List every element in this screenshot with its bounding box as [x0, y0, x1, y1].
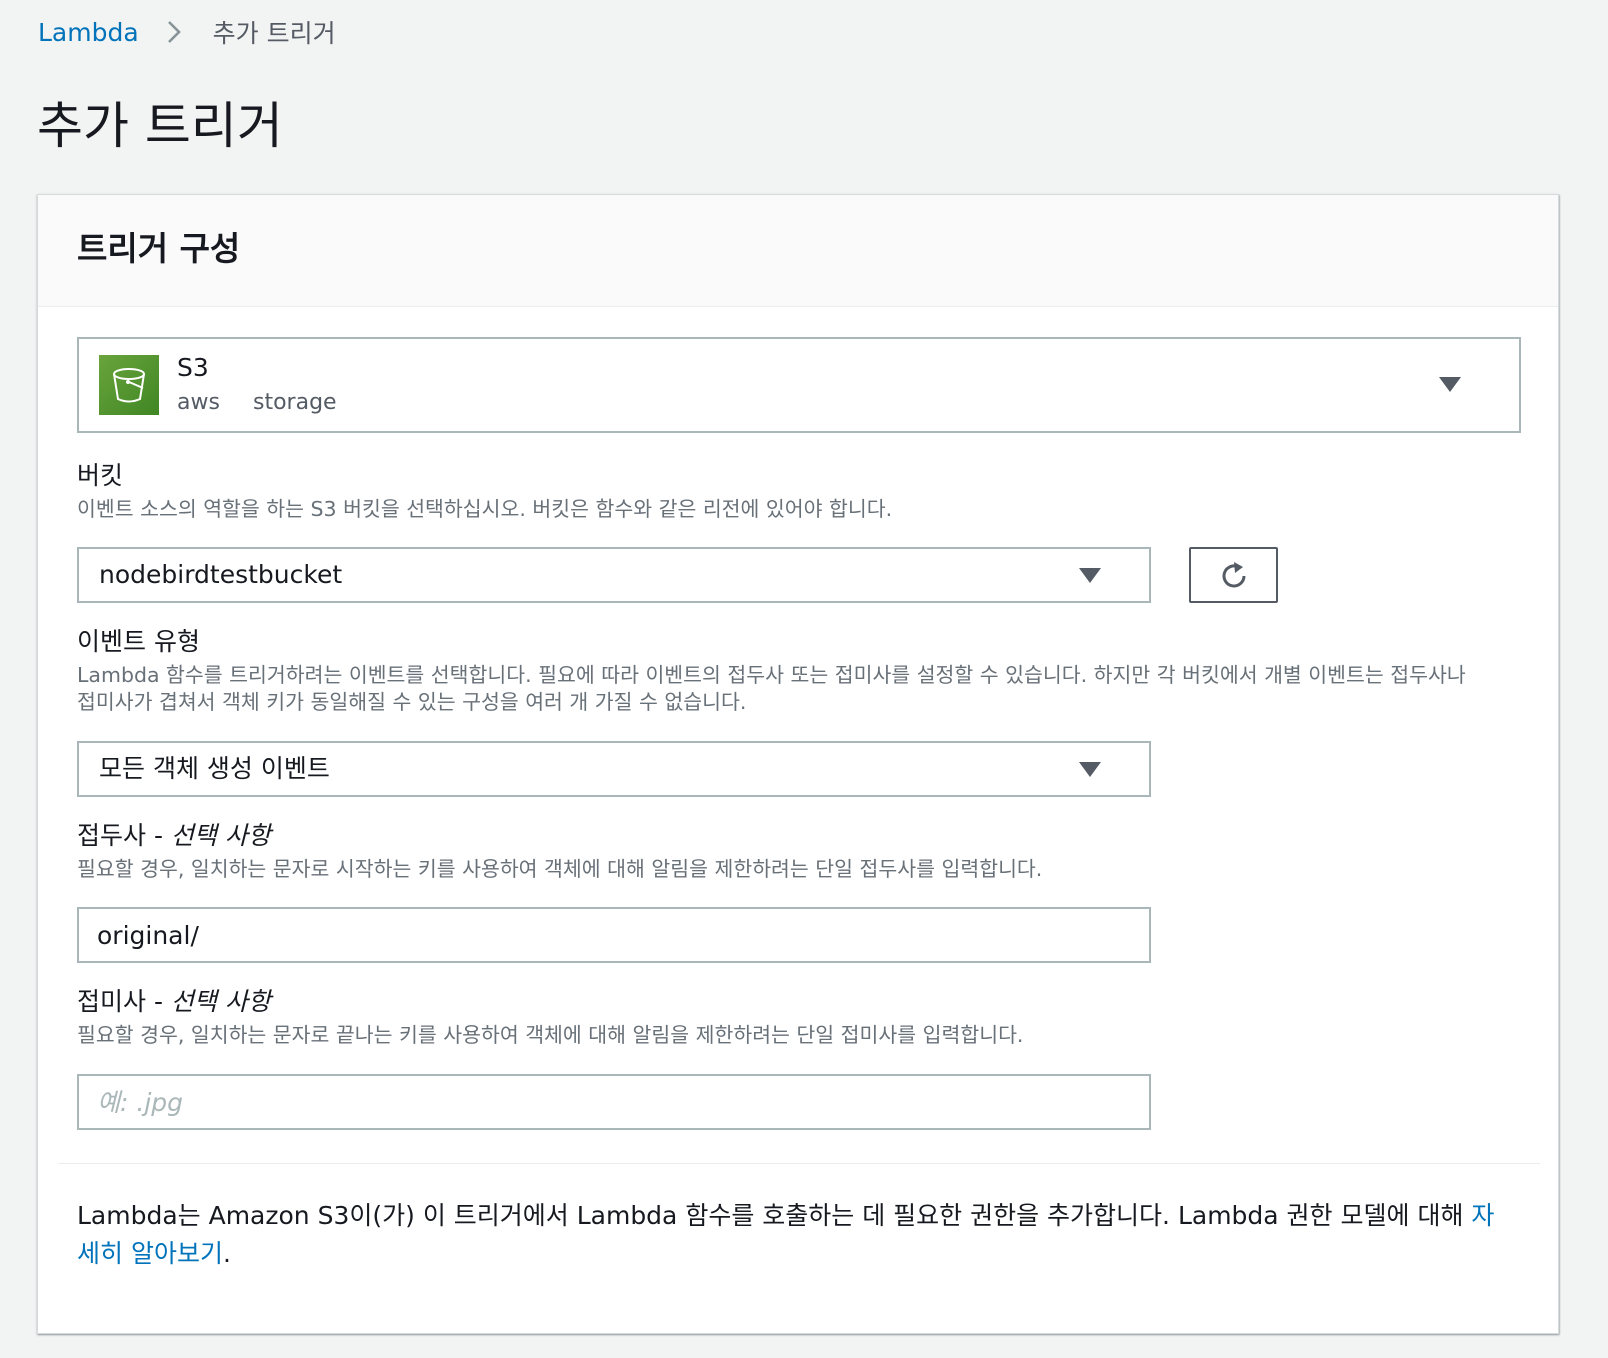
caret-down-icon: [1079, 568, 1101, 583]
prefix-description: 필요할 경우, 일치하는 문자로 시작하는 키를 사용하여 객체에 대해 알림을…: [77, 857, 1043, 881]
panel-header: 트리거 구성: [38, 195, 1558, 307]
bucket-select-value: nodebirdtestbucket: [99, 560, 343, 589]
trigger-tag-storage: storage: [253, 390, 337, 415]
trigger-name: S3: [177, 353, 209, 382]
refresh-icon: [1222, 562, 1246, 588]
prefix-optional-text: 선택 사항: [170, 821, 271, 850]
suffix-label-text: 접미사 -: [77, 987, 171, 1016]
permissions-info-end: .: [222, 1239, 231, 1268]
bucket-description: 이벤트 소스의 역할을 하는 S3 버킷을 선택하십시오. 버킷은 함수와 같은…: [77, 497, 893, 521]
event-type-description-line2: 접미사가 겹쳐서 객체 키가 동일해질 수 있는 구성을 여러 개 가질 수 없…: [77, 690, 747, 714]
event-type-description-line1: Lambda 함수를 트리거하려는 이벤트를 선택합니다. 필요에 따라 이벤트…: [77, 663, 1466, 687]
refresh-buckets-button[interactable]: [1189, 547, 1278, 603]
prefix-input[interactable]: [97, 909, 1131, 961]
prefix-label-text: 접두사 -: [77, 821, 171, 850]
caret-down-icon: [1439, 377, 1461, 392]
prefix-input-box[interactable]: [77, 907, 1151, 963]
event-type-label: 이벤트 유형: [77, 627, 200, 656]
breadcrumb: Lambda 추가 트리거: [38, 14, 336, 50]
prefix-label: 접두사 - 선택 사항: [77, 819, 271, 853]
event-type-select[interactable]: 모든 객체 생성 이벤트: [77, 741, 1151, 797]
suffix-description: 필요할 경우, 일치하는 문자로 끝나는 키를 사용하여 객체에 대해 알림을 …: [77, 1023, 1024, 1047]
page-title: 추가 트리거: [37, 97, 283, 155]
suffix-label: 접미사 - 선택 사항: [77, 985, 271, 1019]
event-type-select-value: 모든 객체 생성 이벤트: [99, 754, 330, 783]
bucket-label: 버킷: [77, 461, 124, 490]
suffix-optional-text: 선택 사항: [170, 987, 271, 1016]
caret-down-icon: [1079, 762, 1101, 777]
permissions-info-text: Lambda는 Amazon S3이(가) 이 트리거에서 Lambda 함수를…: [77, 1201, 1472, 1230]
permissions-info: Lambda는 Amazon S3이(가) 이 트리거에서 Lambda 함수를…: [77, 1197, 1497, 1273]
chevron-right-icon: [167, 21, 181, 43]
s3-bucket-icon: [99, 355, 159, 415]
bucket-select[interactable]: nodebirdtestbucket: [77, 547, 1151, 603]
suffix-input-box[interactable]: [77, 1074, 1151, 1130]
suffix-input[interactable]: [97, 1076, 1131, 1128]
breadcrumb-current: 추가 트리거: [212, 19, 336, 48]
trigger-source-select[interactable]: S3 aws storage: [77, 337, 1521, 433]
divider: [58, 1163, 1540, 1164]
trigger-tag-aws: aws: [177, 390, 220, 415]
panel-title: 트리거 구성: [77, 229, 241, 268]
breadcrumb-lambda-link[interactable]: Lambda: [38, 18, 139, 47]
trigger-config-panel: 트리거 구성 S3 aws storage 버킷 이벤트 소스의 역할을 하는 …: [37, 194, 1559, 1334]
